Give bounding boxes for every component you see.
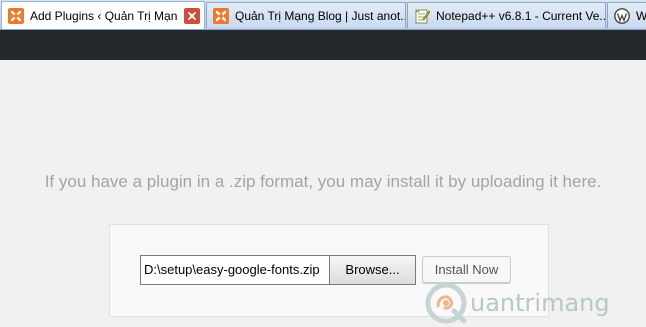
browser-tab-strip: Add Plugins ‹ Quản Trị Mạn... Quản Trị M…	[0, 0, 646, 30]
tab-title: Notepad++ v6.8.1 - Current Ve...	[436, 8, 605, 23]
plugin-file-input[interactable]: D:\setup\easy-google-fonts.zip Browse...	[140, 255, 418, 285]
wp-admin-bar	[0, 30, 646, 60]
close-icon[interactable]	[184, 7, 200, 24]
quantrimang-logo-icon	[425, 282, 467, 323]
xampp-icon	[213, 7, 229, 24]
file-path-field[interactable]: D:\setup\easy-google-fonts.zip	[140, 255, 329, 285]
tab-title: Add Plugins ‹ Quản Trị Mạn...	[30, 8, 178, 23]
tab-notepad-plus-plus[interactable]: Notepad++ v6.8.1 - Current Ve...	[407, 2, 606, 28]
xampp-icon	[8, 7, 24, 24]
tab-title: Wo	[636, 8, 646, 23]
tab-quan-tri-mang-blog[interactable]: Quản Trị Mạng Blog | Just anot...	[206, 2, 406, 28]
watermark: uantrimang	[424, 278, 646, 327]
tab-add-plugins[interactable]: Add Plugins ‹ Quản Trị Mạn...	[1, 1, 205, 29]
tab-title: Quản Trị Mạng Blog | Just anot...	[235, 8, 405, 23]
wordpress-icon	[614, 7, 630, 24]
watermark-text: uantrimang	[470, 288, 610, 317]
browse-button[interactable]: Browse...	[329, 255, 416, 285]
upload-instructions: If you have a plugin in a .zip format, y…	[44, 172, 602, 191]
notepad-icon	[415, 9, 430, 23]
upload-plugin-section: If you have a plugin in a .zip format, y…	[0, 60, 646, 327]
tab-wordpress[interactable]: Wo	[607, 2, 646, 28]
